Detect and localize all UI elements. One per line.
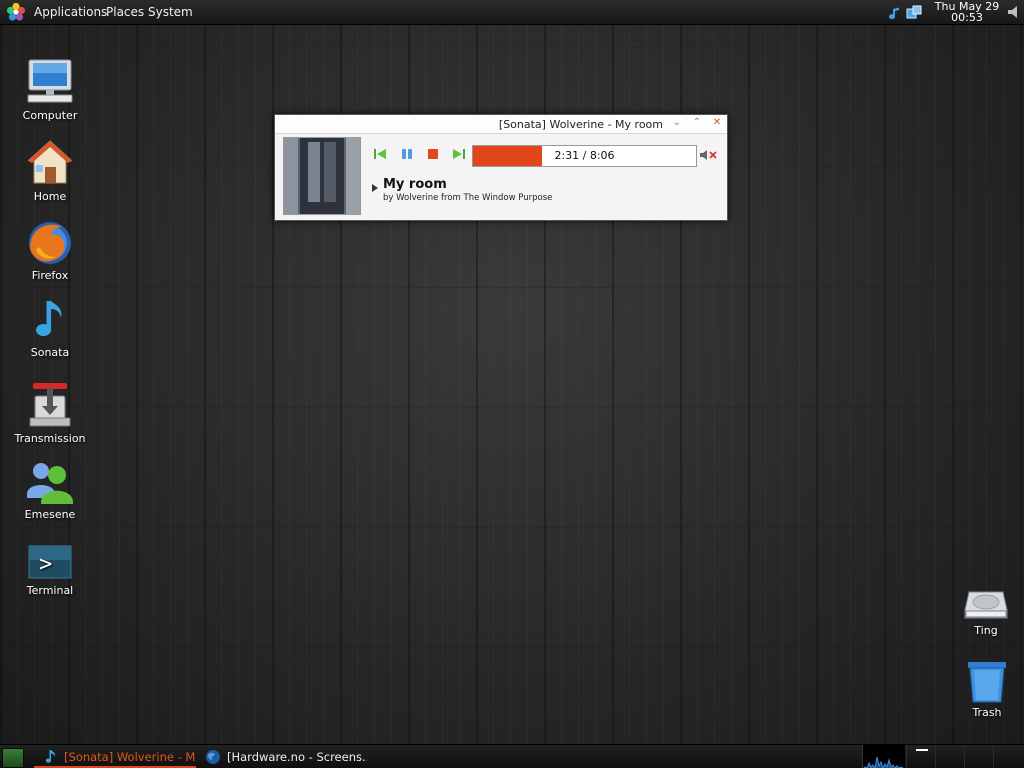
window-title: [Sonata] Wolverine - My room <box>498 118 663 131</box>
workspace-switcher <box>906 745 1024 768</box>
song-artist-album: by Wolverine from The Window Purpose <box>383 193 553 203</box>
desktop-icon-emesene[interactable]: Emesene <box>5 460 95 521</box>
show-desktop-button[interactable] <box>2 748 24 768</box>
emesene-icon <box>27 463 73 504</box>
desktop-icon-label: Transmission <box>14 432 86 445</box>
previous-track-button[interactable] <box>373 148 387 160</box>
top-panel: Applications Places System Thu May 29 00… <box>0 0 1024 25</box>
taskbar-item-browser[interactable]: [Hardware.no - Screens... <box>197 745 367 768</box>
desktop-icon-label: Terminal <box>26 584 74 597</box>
maximize-button[interactable]: ⌃ <box>691 117 703 129</box>
expander-arrow-icon[interactable] <box>371 184 379 192</box>
next-track-button[interactable] <box>452 148 466 160</box>
song-title: My room <box>383 177 447 192</box>
taskbar-item-sonata[interactable]: [Sonata] Wolverine - M... <box>34 745 196 768</box>
desktop-icon-label: Ting <box>974 624 998 637</box>
gnome-flower-icon[interactable] <box>6 2 26 22</box>
desktop-icon-label: Computer <box>22 109 78 122</box>
desktop-icon-firefox[interactable]: Firefox <box>5 219 95 282</box>
home-icon <box>27 140 73 184</box>
transmission-icon <box>29 383 71 427</box>
desktop-icon-label: Sonata <box>30 346 70 359</box>
svg-text:>: > <box>39 552 52 577</box>
music-note-icon <box>45 750 55 763</box>
workspace-2[interactable] <box>935 745 964 768</box>
trash-icon <box>968 662 1006 703</box>
sonata-window: [Sonata] Wolverine - My room ⌄ ⌃ ✕ 2:31 … <box>274 114 728 221</box>
desktop-icon-transmission[interactable]: Transmission <box>5 380 95 445</box>
desktop-icon-home[interactable]: Home <box>5 138 95 203</box>
system-monitor-graph[interactable] <box>862 745 905 768</box>
workspace-1[interactable] <box>906 745 935 768</box>
album-cover-image <box>284 138 360 214</box>
globe-icon <box>206 750 220 764</box>
clock[interactable]: Thu May 29 00:53 <box>928 1 1006 23</box>
progress-bar[interactable]: 2:31 / 8:06 <box>472 145 697 167</box>
taskbar-item-label: [Sonata] Wolverine - M... <box>64 750 196 764</box>
volume-icon[interactable] <box>1006 5 1022 19</box>
menu-applications[interactable]: Applications <box>34 5 107 19</box>
bottom-panel: [Sonata] Wolverine - M... [Hardware.no -… <box>0 744 1024 768</box>
workspace-4[interactable] <box>993 745 1022 768</box>
network-icon[interactable] <box>905 4 923 22</box>
clock-time: 00:53 <box>951 11 983 24</box>
desktop-icon-ting[interactable]: Ting <box>941 582 1024 637</box>
desktop-icon-label: Emesene <box>24 508 76 521</box>
menu-system[interactable]: System <box>148 5 193 19</box>
desktop-icon-label: Trash <box>972 706 1002 719</box>
progress-time: 2:31 / 8:06 <box>554 149 615 162</box>
desktop-icon-terminal[interactable]: > Terminal <box>5 544 95 597</box>
taskbar-item-label: [Hardware.no - Screens... <box>227 750 367 764</box>
sonata-note-icon[interactable] <box>884 4 902 22</box>
sonata-titlebar[interactable]: [Sonata] Wolverine - My room ⌄ ⌃ ✕ <box>275 115 727 134</box>
minimize-button[interactable]: ⌄ <box>671 117 683 129</box>
cpu-graph-icon <box>863 756 905 768</box>
menu-places[interactable]: Places <box>106 5 144 19</box>
pause-button[interactable] <box>400 148 414 160</box>
workspace-3[interactable] <box>964 745 993 768</box>
terminal-icon: > <box>28 545 72 579</box>
workspace-window-marker <box>916 749 928 751</box>
music-note-icon <box>36 301 62 336</box>
desktop-icon-trash[interactable]: Trash <box>942 658 1024 719</box>
computer-icon <box>27 59 73 103</box>
album-art[interactable] <box>283 137 361 215</box>
drive-icon <box>964 591 1008 619</box>
desktop-icon-sonata[interactable]: Sonata <box>5 298 95 359</box>
firefox-icon <box>29 222 71 264</box>
mute-icon[interactable] <box>699 148 717 162</box>
stop-button[interactable] <box>426 148 440 160</box>
desktop-icon-label: Home <box>33 190 67 203</box>
desktop-icon-computer[interactable]: Computer <box>5 57 95 122</box>
close-button[interactable]: ✕ <box>711 117 723 129</box>
desktop-icon-label: Firefox <box>31 269 69 282</box>
